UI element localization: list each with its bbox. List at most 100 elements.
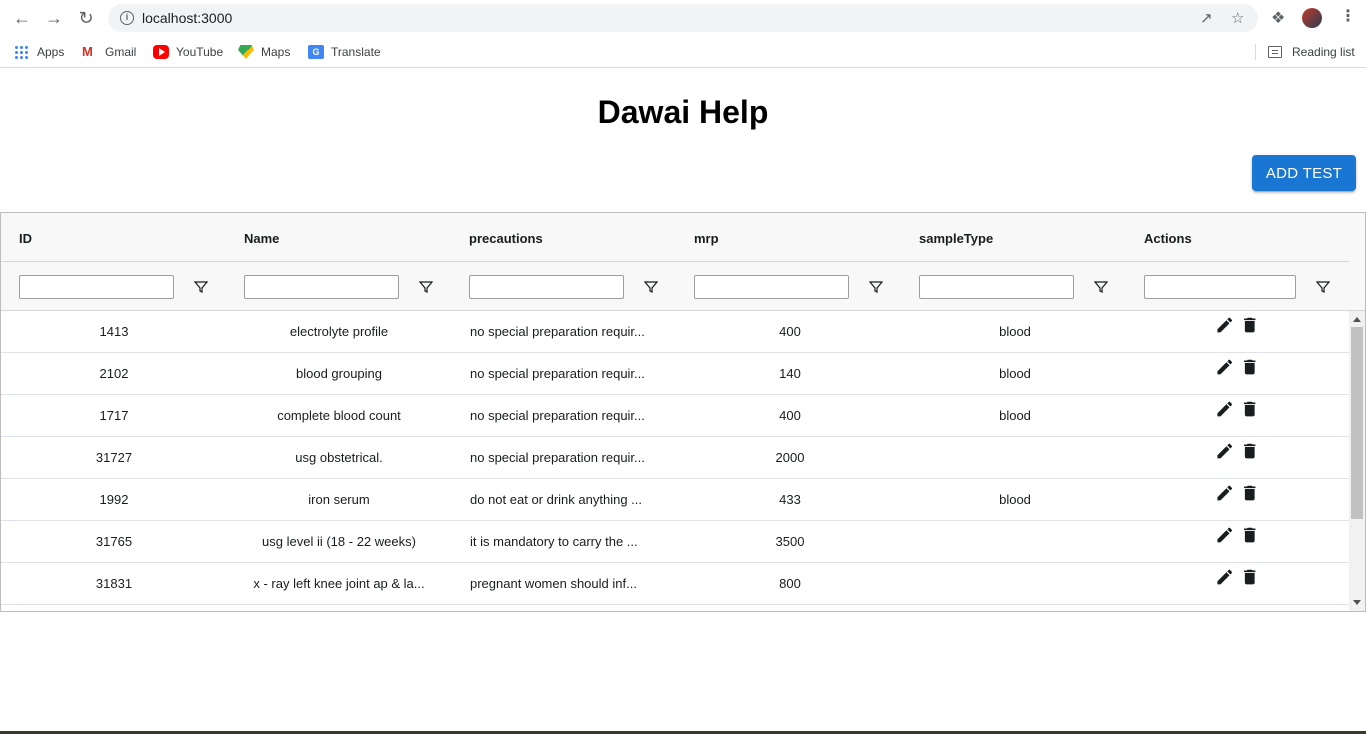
scrollbar-thumb[interactable] <box>1351 327 1363 519</box>
column-header-id[interactable]: ID <box>19 231 32 246</box>
cell-sampletype: blood <box>999 492 1031 507</box>
share-icon[interactable]: ↗ <box>1200 9 1213 27</box>
delete-trash-icon[interactable] <box>1240 567 1260 587</box>
filter-icon[interactable] <box>1316 280 1330 294</box>
forward-arrow-icon[interactable]: → <box>42 7 66 29</box>
filter-input-name[interactable] <box>244 275 399 299</box>
delete-trash-icon[interactable] <box>1240 315 1260 335</box>
filter-icon[interactable] <box>1094 280 1108 294</box>
star-icon[interactable]: ☆ <box>1231 9 1244 27</box>
filter-input-sampletype[interactable] <box>919 275 1074 299</box>
profile-avatar[interactable] <box>1302 8 1322 28</box>
cell-sampletype: blood <box>999 408 1031 423</box>
youtube-icon <box>153 45 169 59</box>
address-bar[interactable]: i localhost:3000 ↗ ☆ <box>108 4 1258 32</box>
vertical-scrollbar[interactable] <box>1349 311 1365 611</box>
row-actions <box>1215 525 1259 547</box>
gmail-icon: M <box>82 44 93 59</box>
reading-list-button[interactable]: Reading list <box>1268 43 1355 61</box>
filter-input-actions[interactable] <box>1144 275 1296 299</box>
bookmark-label: Apps <box>37 45 65 59</box>
cell-precautions: no special preparation requir... <box>470 408 645 423</box>
row-actions <box>1215 357 1259 379</box>
filter-icon[interactable] <box>419 280 433 294</box>
cell-precautions: it is mandatory to carry the ... <box>470 534 638 549</box>
delete-trash-icon[interactable] <box>1240 525 1260 545</box>
edit-pencil-icon[interactable] <box>1215 483 1235 503</box>
table-row[interactable]: 1992 iron serum do not eat or drink anythi… <box>1 479 1349 521</box>
cell-sampletype: blood <box>999 324 1031 339</box>
cell-mrp: 433 <box>779 492 801 507</box>
column-header-name[interactable]: Name <box>244 231 279 246</box>
filter-input-precautions[interactable] <box>469 275 624 299</box>
reading-list-icon <box>1268 46 1282 58</box>
delete-trash-icon[interactable] <box>1240 441 1260 461</box>
column-header-mrp[interactable]: mrp <box>694 231 719 246</box>
row-actions <box>1215 483 1259 505</box>
table-row[interactable]: 31765 usg level ii (18 - 22 weeks) it is m… <box>1 521 1349 563</box>
add-test-button[interactable]: ADD TEST <box>1252 155 1356 191</box>
cell-mrp: 400 <box>779 324 801 339</box>
edit-pencil-icon[interactable] <box>1215 441 1235 461</box>
bookmark-gmail[interactable]: M Gmail <box>82 43 136 61</box>
delete-trash-icon[interactable] <box>1240 483 1260 503</box>
bookmark-youtube[interactable]: YouTube <box>153 43 223 61</box>
delete-trash-icon[interactable] <box>1240 357 1260 377</box>
cell-name: usg level ii (18 - 22 weeks) <box>262 534 416 549</box>
bookmark-maps[interactable]: Maps <box>238 43 290 61</box>
column-header-precautions[interactable]: precautions <box>469 231 543 246</box>
column-header-sampletype[interactable]: sampleType <box>919 231 993 246</box>
bookmark-apps[interactable]: Apps <box>14 43 64 61</box>
filter-icon[interactable] <box>644 280 658 294</box>
cell-mrp: 140 <box>779 366 801 381</box>
header-divider <box>1 261 1349 262</box>
filter-icon[interactable] <box>869 280 883 294</box>
browser-toolbar: ← → ↻ i localhost:3000 ↗ ☆ ❖ ⋮ <box>0 0 1366 36</box>
filter-input-id[interactable] <box>19 275 174 299</box>
scroll-down-arrow-icon[interactable] <box>1353 600 1361 605</box>
cell-mrp: 400 <box>779 408 801 423</box>
cell-name: iron serum <box>308 492 370 507</box>
extensions-icon[interactable]: ❖ <box>1271 8 1285 28</box>
scroll-up-arrow-icon[interactable] <box>1353 317 1361 322</box>
filter-input-mrp[interactable] <box>694 275 849 299</box>
apps-grid-icon <box>14 45 30 59</box>
cell-id: 31765 <box>95 534 133 549</box>
cell-precautions: no special preparation requir... <box>470 366 645 381</box>
table-row[interactable]: 1717 complete blood count no special prepa… <box>1 395 1349 437</box>
back-arrow-icon[interactable]: ← <box>10 7 34 29</box>
column-header-actions[interactable]: Actions <box>1144 231 1192 246</box>
cell-name: electrolyte profile <box>289 324 389 339</box>
edit-pencil-icon[interactable] <box>1215 567 1235 587</box>
menu-kebab-icon[interactable]: ⋮ <box>1340 6 1356 26</box>
edit-pencil-icon[interactable] <box>1215 525 1235 545</box>
info-icon[interactable]: i <box>120 11 134 25</box>
cell-id: 1992 <box>99 492 129 507</box>
edit-pencil-icon[interactable] <box>1215 609 1235 611</box>
page-title: Dawai Help <box>597 94 769 130</box>
bookmark-translate[interactable]: G Translate <box>308 43 381 61</box>
data-grid: ID Name precautions mrp sampleType Actio… <box>0 212 1366 612</box>
delete-trash-icon[interactable] <box>1240 609 1260 611</box>
cell-mrp: 800 <box>779 576 801 591</box>
delete-trash-icon[interactable] <box>1240 399 1260 419</box>
url-text: localhost:3000 <box>142 10 233 26</box>
cell-name: blood grouping <box>295 366 383 381</box>
edit-pencil-icon[interactable] <box>1215 357 1235 377</box>
table-row[interactable]: 31727 usg obstetrical. no special preparat… <box>1 437 1349 479</box>
edit-pencil-icon[interactable] <box>1215 399 1235 419</box>
cell-id: 1413 <box>99 324 129 339</box>
cell-sampletype: blood <box>999 366 1031 381</box>
table-row[interactable]: 31831 x - ray left knee joint ap & la... p… <box>1 563 1349 605</box>
bookmark-label: Maps <box>261 45 291 59</box>
cell-name: usg obstetrical. <box>295 450 383 465</box>
reload-icon[interactable]: ↻ <box>74 7 98 29</box>
bookmarks-divider <box>1255 44 1256 60</box>
table-row[interactable]: 1413 electrolyte profile no special prepar… <box>1 311 1349 353</box>
filter-icon[interactable] <box>194 280 208 294</box>
row-actions <box>1215 399 1259 421</box>
table-row[interactable]: 2102 blood grouping no special preparation… <box>1 353 1349 395</box>
cell-id: 2102 <box>99 366 129 381</box>
table-row[interactable] <box>1 605 1349 611</box>
edit-pencil-icon[interactable] <box>1215 315 1235 335</box>
